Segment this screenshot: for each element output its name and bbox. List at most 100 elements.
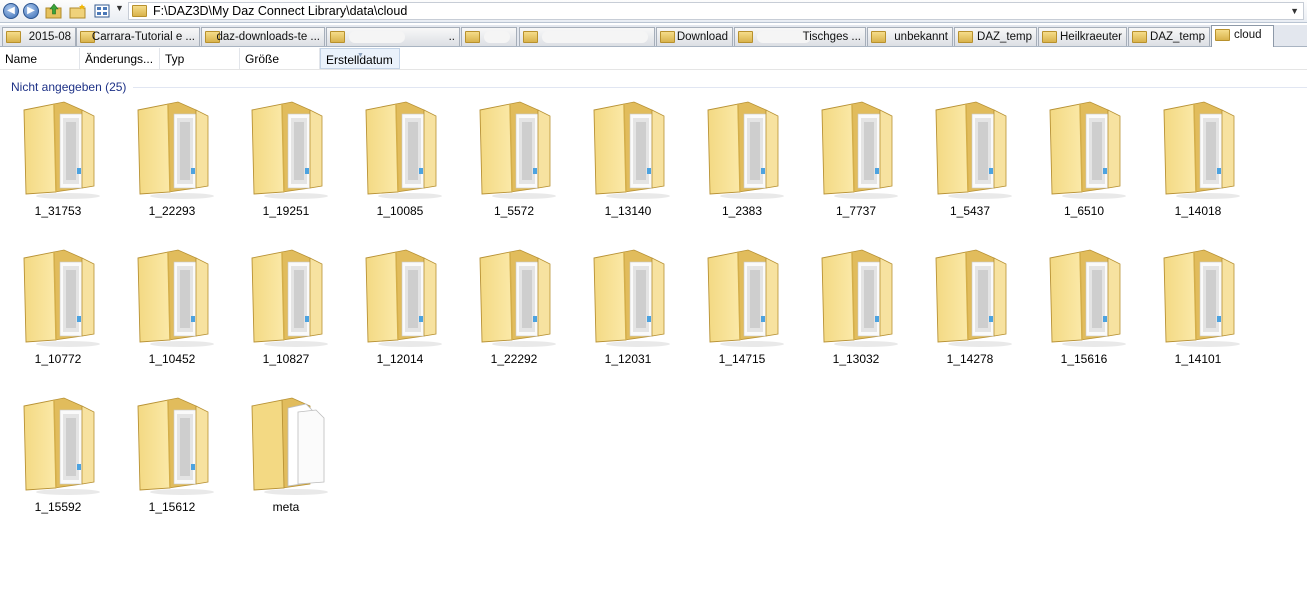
redacted-text	[484, 31, 510, 43]
column-header-1[interactable]: Name	[0, 48, 80, 69]
tab-label: 2015-08	[28, 31, 71, 43]
folder-documents-icon	[362, 248, 442, 348]
folder-documents-icon	[362, 100, 442, 200]
folder-item[interactable]: 1_15616	[1034, 248, 1134, 376]
group-header[interactable]: Nicht angegeben (25)	[11, 80, 1307, 94]
folder-documents-icon	[1160, 248, 1240, 348]
tab-13[interactable]: cloud	[1211, 25, 1274, 47]
column-header-5[interactable]: Erstelldatum ▼	[320, 48, 400, 69]
folder-item[interactable]: 1_10452	[122, 248, 222, 376]
folder-name: 1_19251	[262, 204, 310, 218]
folder-documents-icon	[20, 248, 100, 348]
folder-name: 1_22292	[490, 352, 538, 366]
redacted-text	[542, 31, 648, 43]
folder-name: 1_5437	[949, 204, 991, 218]
folder-item[interactable]: 1_14101	[1148, 248, 1248, 376]
up-folder-icon[interactable]	[45, 3, 63, 19]
folder-item[interactable]: 1_12014	[350, 248, 450, 376]
folder-documents-icon	[932, 248, 1012, 348]
folder-item[interactable]: 1_13032	[806, 248, 906, 376]
folder-documents-icon	[476, 248, 556, 348]
folder-item[interactable]: 1_12031	[578, 248, 678, 376]
tab-7[interactable]: Download	[656, 27, 733, 46]
tab-1[interactable]: 2015-08	[2, 27, 76, 46]
folder-item[interactable]: 1_5437	[920, 100, 1020, 228]
folder-name: 1_15616	[1060, 352, 1108, 366]
folder-item[interactable]: 1_13140	[578, 100, 678, 228]
folder-item[interactable]: 1_10827	[236, 248, 336, 376]
folder-item[interactable]: 1_7737	[806, 100, 906, 228]
folder-name: 1_31753	[34, 204, 82, 218]
folder-item[interactable]: 1_22293	[122, 100, 222, 228]
folder-documents-icon	[248, 248, 328, 348]
folder-documents-icon	[20, 100, 100, 200]
folder-name: 1_14018	[1174, 204, 1222, 218]
folder-item[interactable]: 1_22292	[464, 248, 564, 376]
address-dropdown-icon[interactable]: ▼	[1290, 3, 1299, 19]
folder-item[interactable]: 1_10085	[350, 100, 450, 228]
tab-6[interactable]	[519, 27, 655, 46]
tab-label: Download	[676, 31, 728, 43]
group-label: Nicht angegeben (25)	[11, 80, 133, 94]
tab-8[interactable]: Tischges ...	[734, 27, 866, 46]
new-folder-icon[interactable]	[69, 3, 87, 19]
address-path: F:\DAZ3D\My Daz Connect Library\data\clo…	[153, 4, 408, 18]
tab-label: DAZ_temp	[1150, 31, 1205, 43]
group-divider	[133, 87, 1307, 88]
folder-item[interactable]: 1_2383	[692, 100, 792, 228]
tab-9[interactable]: unbekannt	[867, 27, 953, 46]
tab-5[interactable]	[461, 27, 517, 46]
address-bar: ◀ ▶ ▼ F:\DAZ3D\My Daz Connect Library\da…	[0, 0, 1307, 23]
folder-item[interactable]: meta	[236, 396, 336, 524]
column-label: Größe	[245, 52, 280, 66]
tab-10[interactable]: DAZ_temp	[954, 27, 1037, 46]
tab-4[interactable]: ..	[326, 27, 460, 46]
tab-label: Carrara-Tutorial e ...	[91, 31, 195, 43]
folder-item[interactable]: 1_15592	[8, 396, 108, 524]
folder-name: 1_22293	[148, 204, 196, 218]
folder-name: 1_14715	[718, 352, 766, 366]
folder-documents-icon	[590, 100, 670, 200]
folder-item[interactable]: 1_6510	[1034, 100, 1134, 228]
column-header-4[interactable]: Größe	[240, 48, 320, 69]
view-dropdown-icon[interactable]: ▼	[115, 3, 124, 13]
back-icon[interactable]: ◀	[3, 3, 19, 19]
tab-label: Tischges ...	[802, 31, 861, 43]
folder-documents-icon	[134, 100, 214, 200]
column-header-3[interactable]: Typ	[160, 48, 240, 69]
tab-2[interactable]: Carrara-Tutorial e ...	[76, 27, 200, 46]
folder-name: 1_14278	[946, 352, 994, 366]
folder-item[interactable]: 1_5572	[464, 100, 564, 228]
folder-documents-icon	[1046, 248, 1126, 348]
folder-item[interactable]: 1_10772	[8, 248, 108, 376]
tab-3[interactable]: daz-downloads-te ...	[201, 27, 325, 46]
folder-item[interactable]: 1_14278	[920, 248, 1020, 376]
folder-name: 1_2383	[721, 204, 763, 218]
address-field[interactable]: F:\DAZ3D\My Daz Connect Library\data\clo…	[128, 2, 1304, 20]
folder-documents-icon	[704, 100, 784, 200]
folder-documents-icon	[1046, 100, 1126, 200]
folder-item[interactable]: 1_14715	[692, 248, 792, 376]
folder-documents-icon	[1160, 100, 1240, 200]
column-label: Name	[5, 52, 38, 66]
tab-11[interactable]: Heilkraeuter	[1038, 27, 1127, 46]
folder-name: 1_6510	[1063, 204, 1105, 218]
folder-documents-icon	[932, 100, 1012, 200]
folder-item[interactable]: 1_15612	[122, 396, 222, 524]
folder-name: 1_12014	[376, 352, 424, 366]
forward-icon[interactable]: ▶	[23, 3, 39, 19]
folder-item[interactable]: 1_19251	[236, 100, 336, 228]
tab-12[interactable]: DAZ_temp	[1128, 27, 1210, 46]
folder-icon	[465, 31, 480, 43]
folder-item[interactable]: 1_31753	[8, 100, 108, 228]
folder-documents-icon	[20, 396, 100, 496]
column-header-2[interactable]: Änderungs...	[80, 48, 160, 69]
folder-item[interactable]: 1_14018	[1148, 100, 1248, 228]
folder-icon	[132, 5, 147, 17]
folder-name: 1_15612	[148, 500, 196, 514]
tab-label: daz-downloads-te ...	[216, 31, 320, 43]
view-options-icon[interactable]	[94, 3, 112, 19]
folder-documents-icon	[704, 248, 784, 348]
sort-arrow-icon: ▼	[357, 52, 364, 59]
folder-name: 1_10452	[148, 352, 196, 366]
